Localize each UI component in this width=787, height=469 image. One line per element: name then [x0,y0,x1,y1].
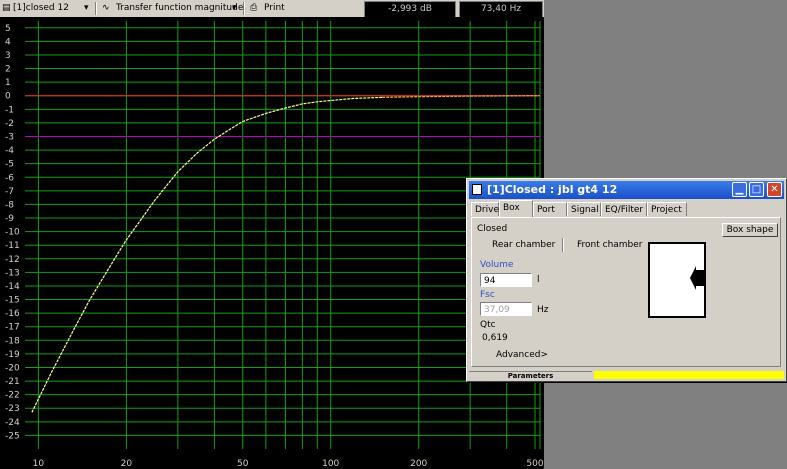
y-tick-label: -8 [5,200,14,210]
chamber-divider [562,238,564,252]
print-button[interactable]: Print [264,1,285,16]
y-tick-label: 0 [5,92,11,102]
tab-driver[interactable]: Driver [471,202,503,216]
speaker-cone-icon [690,266,696,290]
y-tick-label: -16 [5,309,20,319]
transfer-function-icon: ∿ [102,3,110,13]
y-tick-label: -5 [5,160,14,170]
db-readout: -2,993 dB [364,1,456,18]
x-tick-label: 100 [322,459,339,469]
rear-chamber-label: Rear chamber [492,240,556,250]
close-button[interactable]: ✕ [767,182,782,197]
y-tick-label: 3 [5,51,11,61]
y-tick-label: -10 [5,228,20,238]
speaker-icon [696,270,704,286]
maximize-icon: □ [751,184,762,195]
tab-signal[interactable]: Signal [567,202,601,216]
maximize-button[interactable]: □ [749,182,764,197]
y-tick-label: -17 [5,323,20,333]
box-dialog: [1]Closed : jbl gt4 12 ▁ □ ✕ Driver Box … [466,178,787,382]
y-tick-label: -14 [5,282,20,292]
y-tick-label: 2 [5,65,11,75]
y-tick-label: -12 [5,255,20,265]
chevron-down-icon[interactable]: ▾ [84,1,89,16]
y-tick-label: -7 [5,187,14,197]
x-tick-label: 500 [526,459,543,469]
separator [243,2,245,15]
y-tick-label: -22 [5,391,20,401]
y-tick-label: -23 [5,404,20,414]
y-tick-label: -1 [5,105,14,115]
y-tick-label: -13 [5,268,20,278]
status-progress-fill [594,371,784,379]
y-tick-label: -6 [5,173,14,183]
toolbar: ▤ [1]closed 12 ▾ ∿ Transfer function mag… [0,0,544,18]
y-tick-label: -19 [5,350,20,360]
minimize-icon: ▁ [735,184,744,195]
separator [95,2,97,15]
tab-box[interactable]: Box [499,200,533,217]
curve-icon[interactable]: ▤ [2,1,11,16]
qtc-value: 0,619 [482,333,508,343]
graph-select[interactable]: Transfer function magnitude [116,1,243,16]
y-tick-label: 5 [5,24,11,34]
y-tick-label: -4 [5,146,14,156]
dialog-title: [1]Closed : jbl gt4 12 [487,183,618,196]
y-tick-label: -3 [5,132,14,142]
hz-readout: 73,40 Hz [459,1,543,18]
close-icon: ✕ [770,184,779,195]
x-tick-label: 200 [410,459,427,469]
box-shape-button[interactable]: Box shape [722,223,778,237]
box-shape-diagram [648,242,706,318]
front-chamber-label: Front chamber [577,240,643,250]
status-bar: Parameters [469,371,784,380]
fsc-input[interactable]: 37,09 [480,302,532,316]
printer-icon[interactable]: ⎙ [250,1,257,16]
box-type-label: Closed [477,224,508,234]
y-tick-label: -24 [5,418,20,428]
x-tick-label: 20 [121,459,133,469]
y-tick-label: -11 [5,241,20,251]
minimize-button[interactable]: ▁ [732,182,747,197]
y-tick-label: -2 [5,119,14,129]
y-tick-label: 1 [5,78,11,88]
y-tick-label: -25 [5,431,20,441]
volume-unit: l [537,275,540,285]
advanced-button[interactable]: Advanced> [496,350,548,360]
status-label: Parameters [469,371,592,380]
app-icon [472,184,482,195]
curve-select[interactable]: [1]closed 12 [13,1,69,16]
y-tick-label: -15 [5,296,20,306]
y-tick-label: -20 [5,363,20,373]
tab-project[interactable]: Project [647,202,687,216]
fsc-unit: Hz [537,305,549,315]
y-tick-label: -9 [5,214,14,224]
fsc-label: Fsc [480,290,495,300]
volume-label: Volume [480,260,514,270]
dialog-titlebar[interactable]: [1]Closed : jbl gt4 12 ▁ □ ✕ [469,181,784,199]
box-panel: Closed Box shape Rear chamber Front cham… [471,217,781,367]
y-tick-label: 4 [5,37,11,47]
x-tick-label: 10 [33,459,45,469]
x-tick-label: 50 [237,459,249,469]
graph-area[interactable]: 543210-1-2-3-4-5-6-7-8-9-10-11-12-13-14-… [0,17,544,469]
graph-background [0,17,544,469]
chevron-down-icon[interactable]: ▾ [232,1,237,16]
tab-port[interactable]: Port [533,202,567,216]
tab-eq-filter[interactable]: EQ/Filter [601,202,647,216]
qtc-label: Qtc [480,320,496,330]
y-tick-label: -18 [5,336,20,346]
y-tick-label: -21 [5,377,20,387]
volume-input[interactable]: 94 [480,273,532,287]
